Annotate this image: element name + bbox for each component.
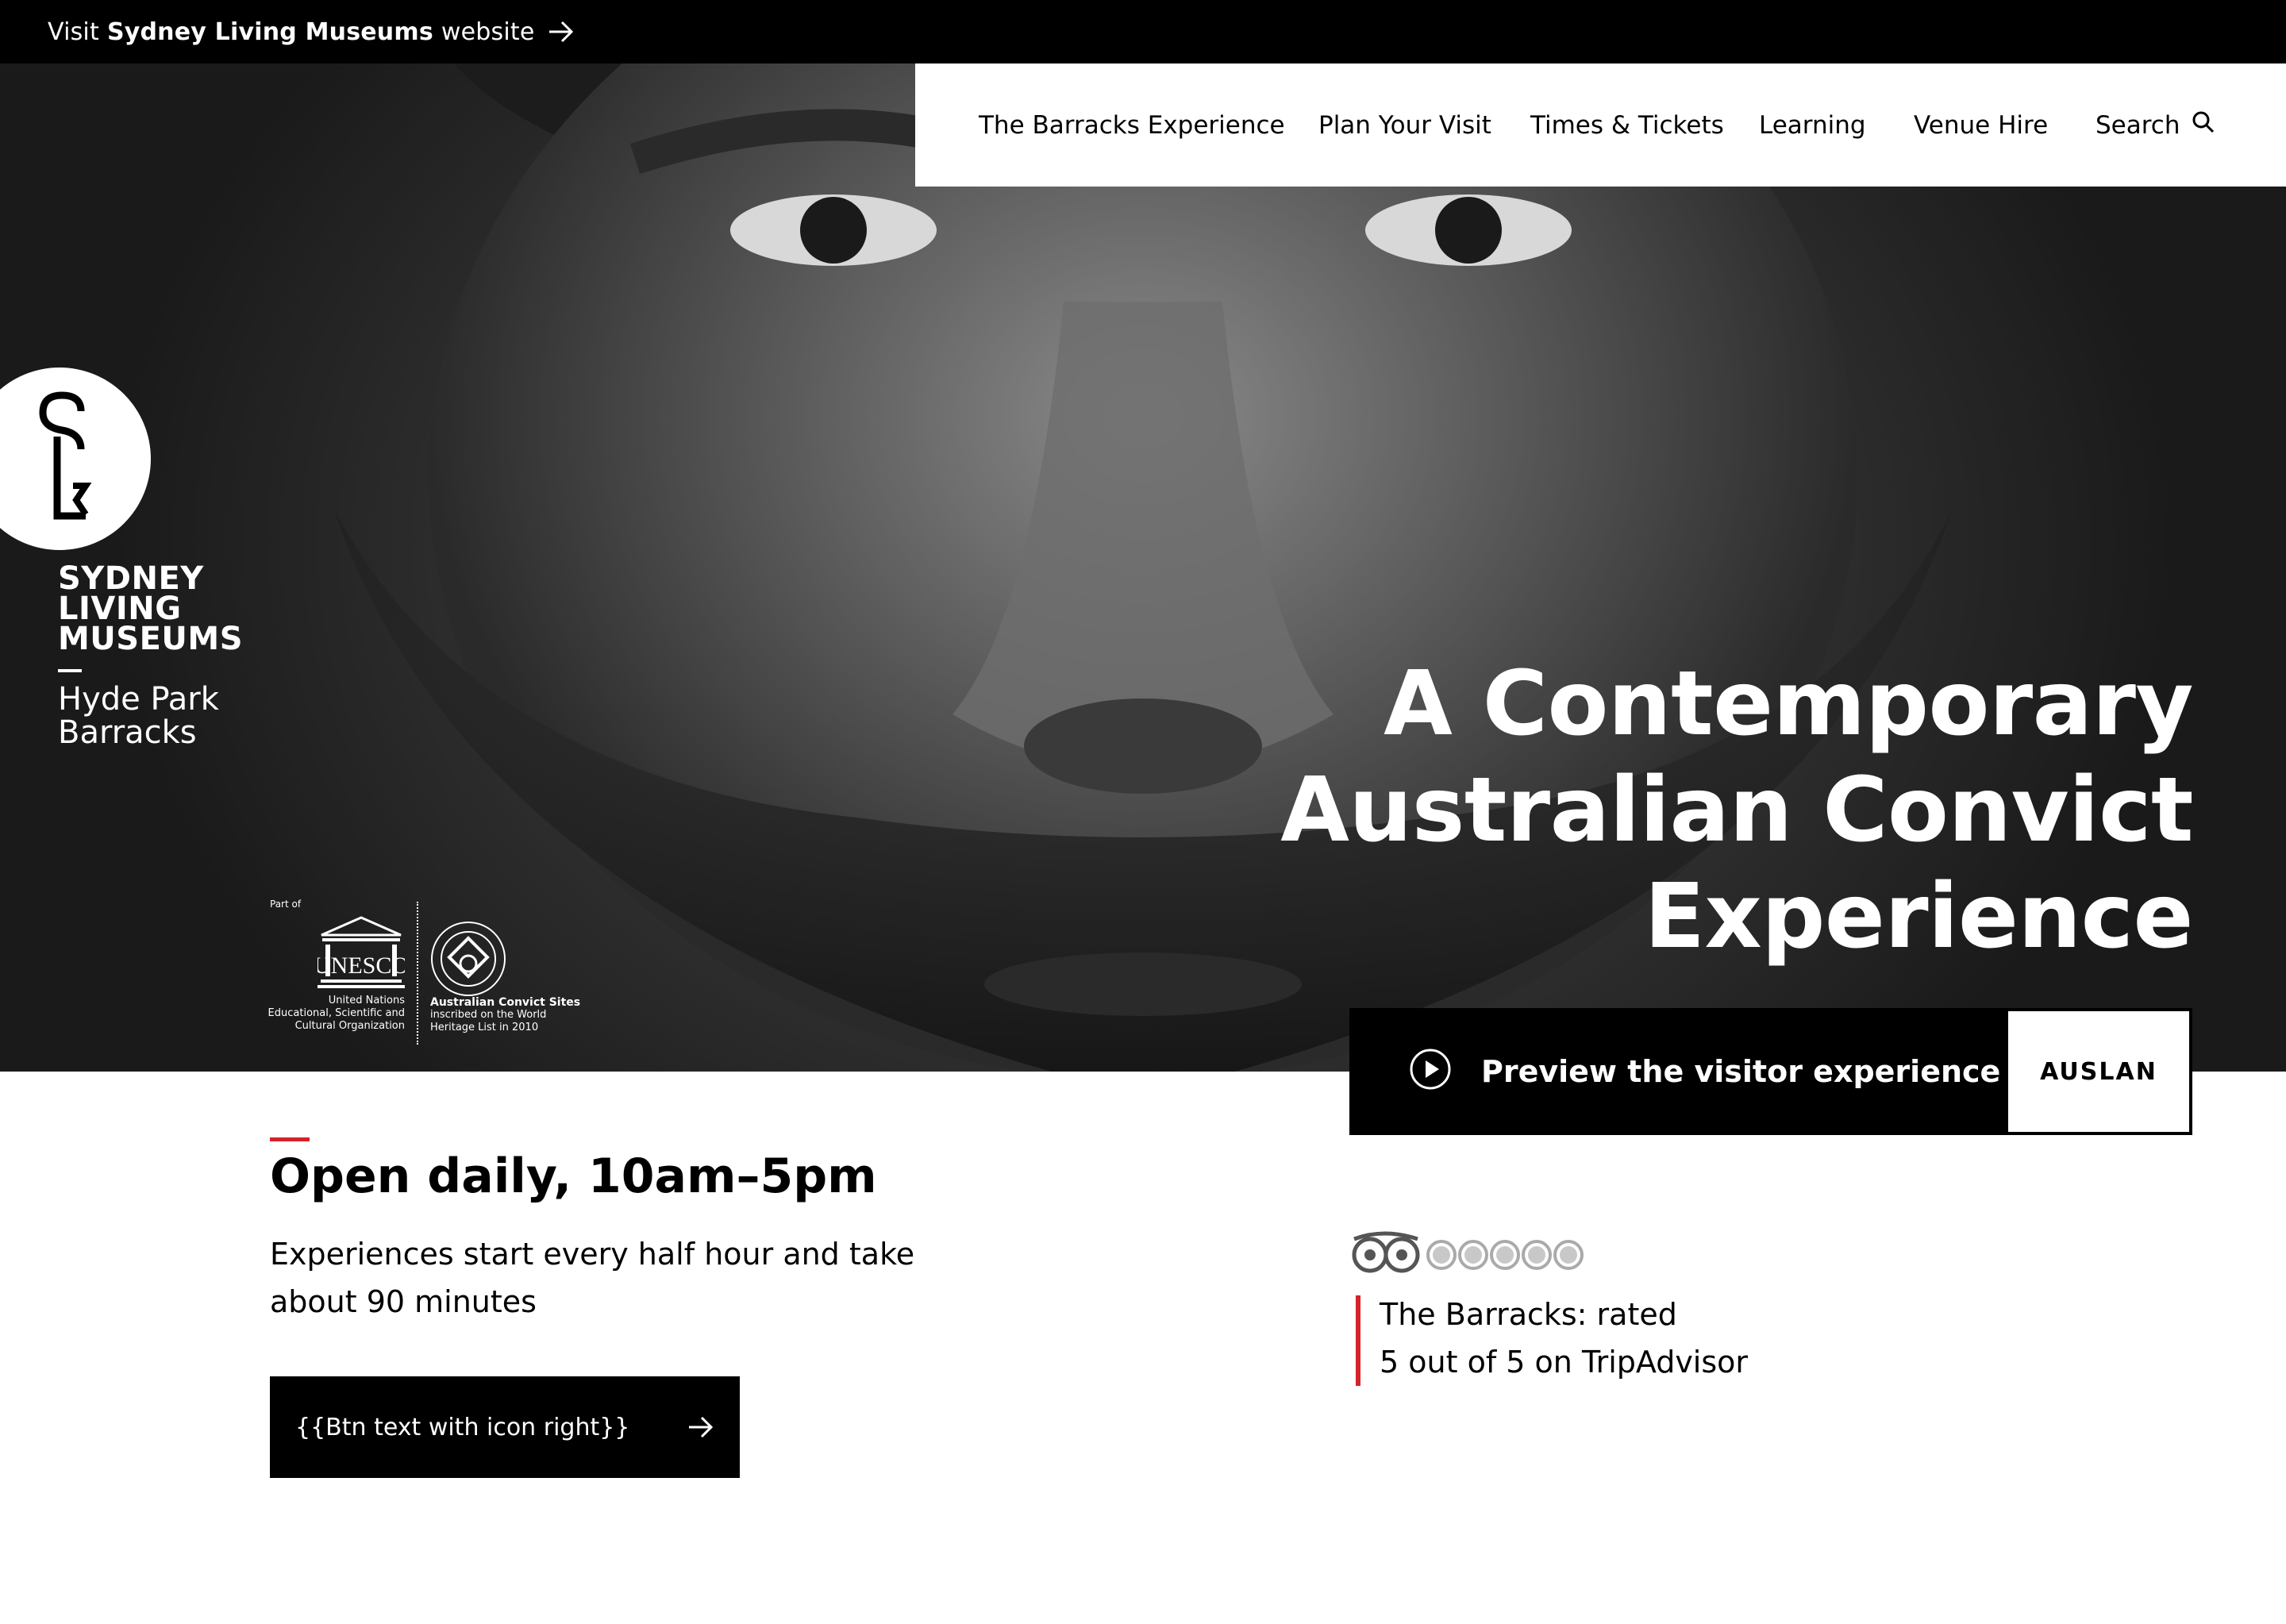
logo-title-line: MUSEUMS <box>58 621 244 657</box>
nav-item-times-tickets[interactable]: Times & Tickets <box>1530 63 1724 187</box>
logo-title-line: SYDNEY <box>58 560 204 597</box>
unesco-wordmark: UNESCO <box>318 952 405 979</box>
search-label: Search <box>2096 110 2180 140</box>
hero-heading: A Contemporary Australian Convict Experi… <box>1241 651 2193 970</box>
topbar-brand: Sydney Living Museums <box>106 17 433 46</box>
play-circle-icon <box>1409 1048 1452 1094</box>
unesco-divider <box>417 902 418 1045</box>
preview-label: Preview the visitor experience <box>1481 1054 2001 1089</box>
auslan-button[interactable]: AUSLAN <box>2005 1008 2192 1135</box>
rating-dot-fill <box>1433 1246 1450 1264</box>
logo-subtitle-line: Barracks <box>58 714 197 751</box>
cta-button[interactable]: {{Btn text with icon right}} <box>270 1376 740 1478</box>
unesco-sites-line: Heritage List in 2010 <box>430 1022 539 1033</box>
rating-dot-fill <box>1560 1246 1577 1264</box>
hero-heading-line: Experience <box>1644 865 2193 968</box>
tripadvisor-rating-text: The Barracks: rated 5 out of 5 on TripAd… <box>1380 1291 1856 1386</box>
unesco-temple-icon: UNESCO <box>314 916 409 992</box>
accent-bar <box>1356 1295 1360 1386</box>
nav-item-learning[interactable]: Learning <box>1759 63 1866 187</box>
topbar-prefix: Visit <box>48 17 99 46</box>
search-button[interactable]: Search <box>2096 63 2215 187</box>
unesco-sites-line: inscribed on the World <box>430 1009 547 1021</box>
logo-subtitle-line: Hyde Park <box>58 681 219 718</box>
tripadvisor-owl-icon <box>1352 1231 1420 1273</box>
hero-heading-line: Australian Convict <box>1280 759 2193 862</box>
search-icon <box>2192 110 2215 140</box>
description-line: Experiences start every half hour and ta… <box>270 1237 915 1272</box>
rating-dots <box>1426 1240 1584 1270</box>
rating-text-line: The Barracks: rated <box>1380 1297 1677 1332</box>
unesco-un-line: Educational, Scientific and <box>267 1007 405 1019</box>
nav-item-plan-your-visit[interactable]: Plan Your Visit <box>1318 63 1491 187</box>
logo-divider <box>58 669 82 672</box>
unesco-un-text: United Nations Educational, Scientific a… <box>266 995 405 1033</box>
opening-hours-description: Experiences start every half hour and ta… <box>270 1230 937 1326</box>
rating-dot-fill <box>1528 1246 1545 1264</box>
logo-title-line: LIVING <box>58 591 182 627</box>
key-logo-icon <box>32 389 95 527</box>
top-bar: Visit Sydney Living Museums website <box>0 0 2286 63</box>
hero-heading-line: A Contemporary <box>1384 652 2193 756</box>
cta-label: {{Btn text with icon right}} <box>295 1413 630 1441</box>
world-heritage-emblem-icon <box>429 919 508 1002</box>
arrow-right-icon <box>687 1414 714 1443</box>
unesco-part-of: Part of <box>270 899 302 910</box>
nav-item-barracks-experience[interactable]: The Barracks Experience <box>979 63 1285 187</box>
main-navigation: The Barracks Experience Plan Your Visit … <box>915 63 2286 187</box>
rating-dot-fill <box>1496 1246 1514 1264</box>
unesco-un-line: Cultural Organization <box>294 1020 405 1032</box>
accent-dash <box>270 1137 310 1141</box>
rating-dot-fill <box>1464 1246 1482 1264</box>
nav-item-venue-hire[interactable]: Venue Hire <box>1914 63 2048 187</box>
logo-title: SYDNEY LIVING MUSEUMS <box>58 560 264 657</box>
rating-text-line: 5 out of 5 on TripAdvisor <box>1380 1345 1749 1380</box>
unesco-sites-title: Australian Convict Sites <box>430 996 581 1009</box>
unesco-un-line: United Nations <box>328 995 405 1006</box>
opening-hours-title: Open daily, 10am–5pm <box>270 1149 877 1204</box>
arrow-right-icon <box>548 20 575 44</box>
unesco-sites-text: Australian Convict Sites inscribed on th… <box>430 996 589 1034</box>
preview-visitor-experience-button[interactable]: Preview the visitor experience <box>1349 1008 2005 1135</box>
logo-subtitle: Hyde Park Barracks <box>58 683 264 749</box>
tripadvisor-rating <box>1349 1226 1595 1280</box>
topbar-suffix: website <box>441 17 535 46</box>
description-line: about 90 minutes <box>270 1284 537 1319</box>
visit-sydney-living-museums-link[interactable]: Visit Sydney Living Museums website <box>48 0 575 63</box>
